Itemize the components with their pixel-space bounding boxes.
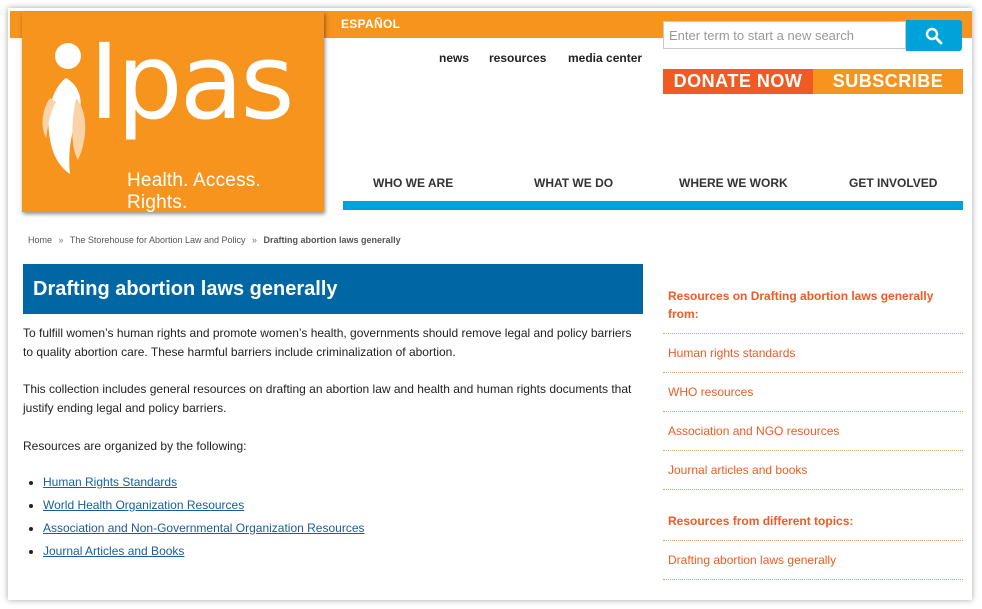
search-input[interactable]: Enter term to start a new search	[663, 21, 906, 49]
journal-articles-link[interactable]: Journal Articles and Books	[43, 544, 184, 558]
nav-media-center-link[interactable]: media center	[568, 51, 642, 65]
breadcrumb-home[interactable]: Home	[28, 235, 52, 245]
breadcrumb-chevron-icon: »	[58, 235, 64, 245]
donate-now-button[interactable]: DONATE NOW	[663, 69, 813, 94]
page-title: Drafting abortion laws generally	[23, 264, 643, 314]
list-item: Journal Articles and Books	[43, 543, 365, 566]
intro-paragraph: To fulfill women’s human rights and prom…	[23, 326, 632, 359]
list-item: Human Rights Standards	[43, 474, 365, 497]
sidebar-link-journals[interactable]: Journal articles and books	[663, 451, 963, 490]
breadcrumb-chevron-icon: »	[252, 235, 258, 245]
nav-where-we-work[interactable]: WHERE WE WORK	[679, 176, 788, 190]
ipas-logo[interactable]: Ipas Health. Access. Rights.	[22, 12, 324, 213]
nav-news-link[interactable]: news	[439, 51, 469, 65]
nav-resources-link[interactable]: resources	[489, 51, 546, 65]
ngo-resources-link[interactable]: Association and Non-Governmental Organiz…	[43, 521, 365, 535]
ipas-figure-icon	[42, 43, 86, 174]
sidebar-link-human-rights[interactable]: Human rights standards	[663, 334, 963, 373]
nav-underline-bar	[343, 201, 963, 210]
logo-tagline: Health. Access. Rights.	[127, 170, 261, 213]
sidebar: Resources on Drafting abortion laws gene…	[663, 283, 963, 580]
list-item: World Health Organization Resources	[43, 497, 365, 520]
sidebar-link-who[interactable]: WHO resources	[663, 373, 963, 412]
breadcrumb: Home » The Storehouse for Abortion Law a…	[28, 235, 405, 245]
nav-who-we-are[interactable]: WHO WE ARE	[373, 176, 453, 190]
sidebar-heading-resources-from: Resources on Drafting abortion laws gene…	[663, 283, 963, 334]
logo-wordmark: Ipas	[89, 21, 295, 143]
resource-links-list: Human Rights Standards World Health Orga…	[23, 474, 365, 566]
breadcrumb-current: Drafting abortion laws generally	[263, 235, 401, 245]
nav-get-involved[interactable]: GET INVOLVED	[849, 176, 937, 190]
breadcrumb-storehouse[interactable]: The Storehouse for Abortion Law and Poli…	[70, 235, 246, 245]
search-icon	[925, 27, 943, 45]
page-frame: ESPAÑOL Ipas Health. Access. Rights. new…	[8, 8, 972, 600]
subscribe-button[interactable]: SUBSCRIBE	[813, 69, 963, 94]
search-button[interactable]	[906, 20, 962, 51]
collection-paragraph: This collection includes general resourc…	[23, 382, 632, 415]
who-resources-link[interactable]: World Health Organization Resources	[43, 498, 244, 512]
human-rights-standards-link[interactable]: Human Rights Standards	[43, 475, 177, 489]
list-item: Association and Non-Governmental Organiz…	[43, 520, 365, 543]
organized-by-text: Resources are organized by the following…	[23, 439, 247, 453]
sidebar-heading-topics: Resources from different topics:	[663, 508, 963, 541]
espanol-link[interactable]: ESPAÑOL	[341, 17, 400, 31]
sidebar-link-ngo[interactable]: Association and NGO resources	[663, 412, 963, 451]
nav-what-we-do[interactable]: WHAT WE DO	[534, 176, 613, 190]
sidebar-link-drafting[interactable]: Drafting abortion laws generally	[663, 541, 963, 580]
